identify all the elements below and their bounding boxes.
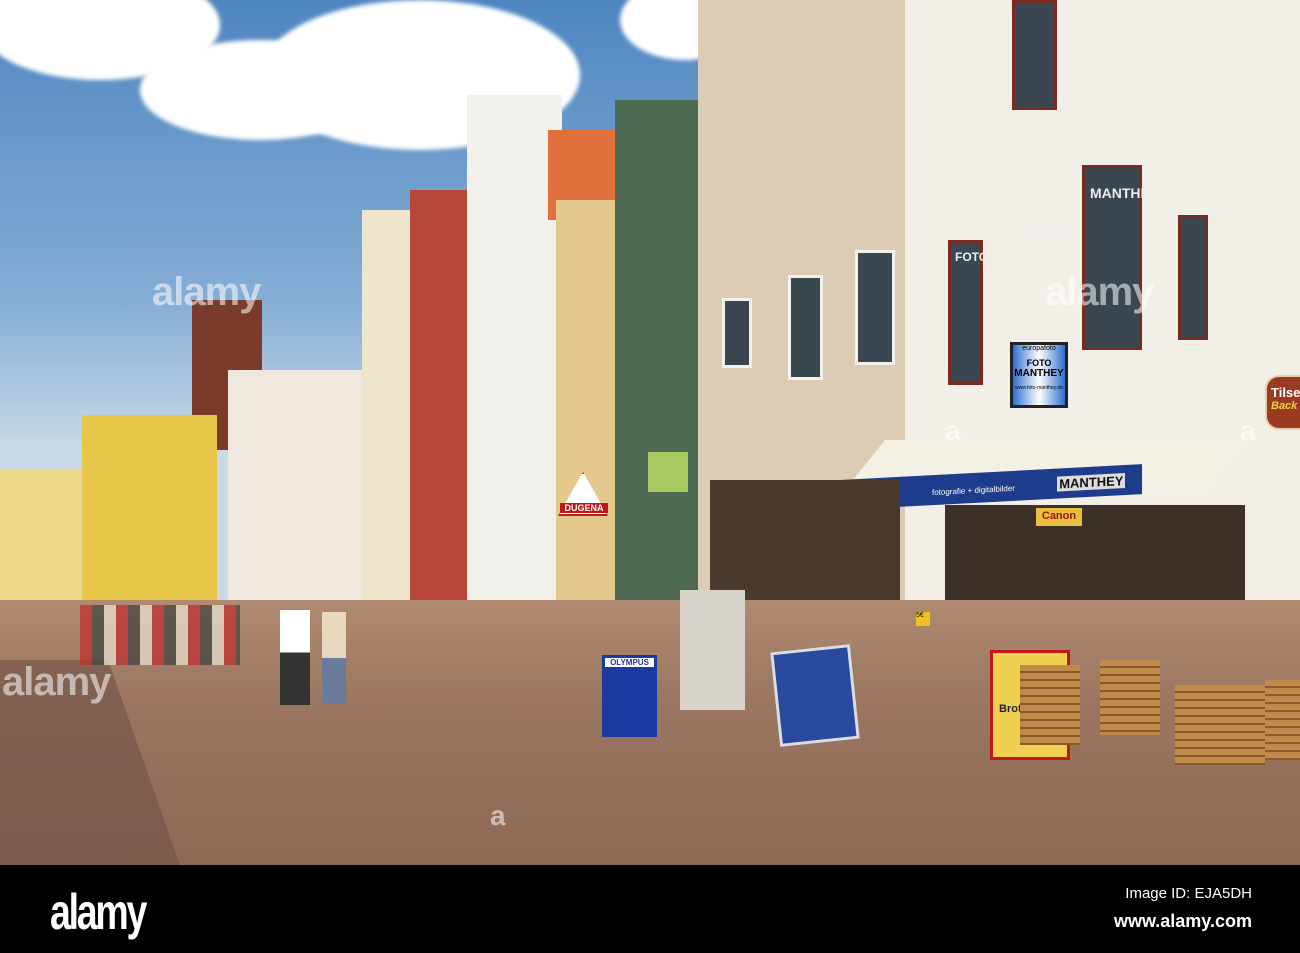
footer-bar: alamy Image ID: EJA5DH www.alamy.com: [0, 865, 1300, 953]
canon-sign: Canon: [1036, 508, 1082, 526]
sign-line2: MANTHEY: [1014, 368, 1064, 379]
sign-top-text: europafoto: [1022, 345, 1056, 352]
building-yellow-gable: [82, 415, 217, 600]
watermark-a: a: [945, 415, 961, 446]
window: [788, 275, 823, 380]
cafe-chair: [1100, 660, 1160, 735]
image-id: Image ID: EJA5DH: [1125, 885, 1252, 902]
olympus-stand: OLYMPUS: [602, 655, 657, 737]
tilse-text: Tilse: [1271, 385, 1300, 400]
crowd: [80, 605, 240, 665]
window: [1012, 0, 1057, 110]
building-yellow-left: [0, 470, 85, 600]
foto-manthey-sign: europafoto FOTO MANTHEY www.foto-manthey…: [1010, 342, 1068, 408]
watermark: alamy: [1045, 270, 1154, 314]
building-ochre: [556, 200, 618, 640]
tilse-bakery-sign: Tilse Back: [1265, 375, 1300, 430]
dugena-sign: DUGENA: [560, 503, 608, 513]
olympus-label: OLYMPUS: [605, 658, 654, 667]
pedestrian: [322, 612, 346, 704]
watermark-a: a: [490, 800, 506, 831]
foto-sign: FOTO: [955, 250, 989, 264]
tilse-sub-text: Back: [1271, 400, 1298, 412]
advert-stand: [770, 644, 860, 747]
awning-brand: MANTHEY: [1057, 473, 1126, 492]
price-tag: 5€: [916, 612, 930, 626]
building-red: [410, 190, 470, 640]
building-green: [615, 100, 700, 640]
site-url[interactable]: www.alamy.com: [1114, 911, 1252, 932]
watermark: alamy: [152, 270, 261, 314]
green-sign: [648, 452, 688, 492]
building-white-row: [228, 370, 368, 600]
sign-url: www.foto-manthey.de: [1015, 385, 1063, 391]
sign-line1: FOTO: [1026, 358, 1052, 368]
cafe-chair: [1020, 665, 1080, 745]
pedestrian: [280, 610, 310, 705]
cafe-chair: [1175, 685, 1265, 765]
street-photo: MANTHEY STUDIO FOTO europafoto FOTO MANT…: [0, 0, 1300, 865]
window: [722, 298, 752, 368]
watermark: alamy: [2, 660, 111, 704]
studio-sign: STUDIO: [1022, 228, 1072, 243]
window: [855, 250, 895, 365]
window: [1178, 215, 1208, 340]
postcard-rack: [680, 590, 745, 710]
upper-manthey-sign: MANTHEY: [1090, 185, 1160, 201]
awning-tagline: fotografie + digitalbilder: [932, 483, 1015, 498]
alamy-logo: alamy: [50, 884, 147, 940]
watermark-a: a: [1240, 415, 1256, 446]
cafe-chair: [1265, 680, 1300, 760]
